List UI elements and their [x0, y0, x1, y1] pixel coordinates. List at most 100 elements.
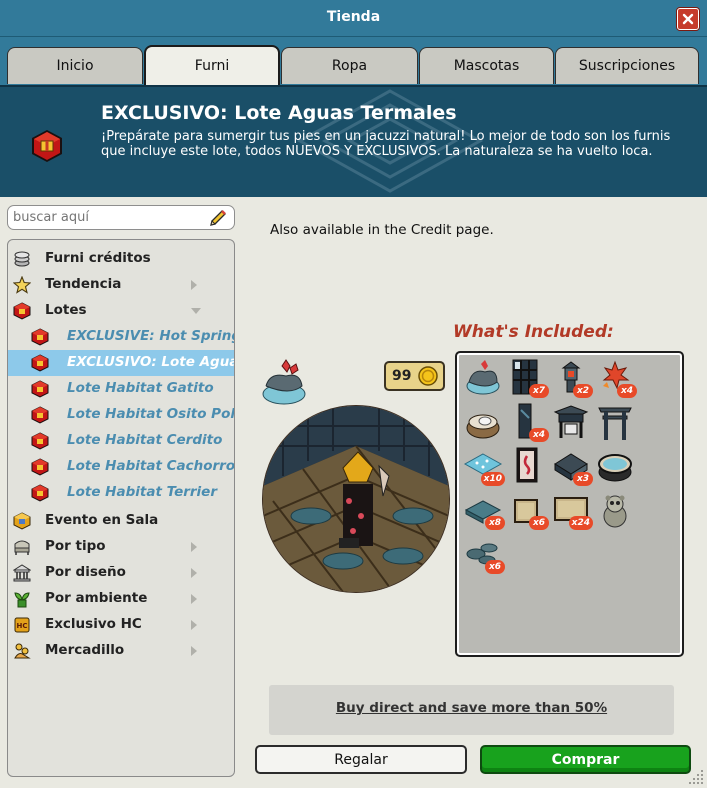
search-box: [7, 205, 235, 230]
room-preview: [262, 405, 450, 593]
sidebar-item-label: Lote Habitat Cerdito: [67, 432, 223, 448]
product-thumbnail: [262, 359, 306, 405]
sidebar-item-label: Lote Habitat Cachorro: [67, 458, 234, 474]
sidebar-item-label: EXCLUSIVO: Lote Aguas: [67, 354, 234, 370]
price-tag: 99: [384, 361, 445, 391]
bundle-cube-icon: [13, 302, 31, 320]
sidebar-item-por-tipo[interactable]: Por tipo: [8, 534, 234, 560]
search-input[interactable]: [13, 209, 203, 226]
banner-title: EXCLUSIVO: Lote Aguas Termales: [101, 102, 457, 124]
included-item[interactable]: [595, 402, 635, 442]
quantity-badge: x6: [485, 560, 505, 574]
buy-direct-panel: Buy direct and save more than 50%: [269, 685, 674, 735]
quantity-badge: x7: [529, 384, 549, 398]
included-item[interactable]: [463, 402, 503, 442]
sidebar-item-label: EXCLUSIVE: Hot Spring: [67, 328, 234, 344]
sidebar-subitem-lote-habitat-terrier[interactable]: Lote Habitat Terrier: [8, 480, 234, 506]
sidebar-item-por-ambiente[interactable]: Por ambiente: [8, 586, 234, 612]
sidebar-subitem-lote-habitat-osito-pola[interactable]: Lote Habitat Osito Pola: [8, 402, 234, 428]
included-item[interactable]: [595, 490, 635, 530]
credit-coin-icon: [418, 366, 438, 386]
building-icon: [13, 564, 31, 582]
marketplace-icon: [14, 643, 31, 659]
quantity-badge: x2: [573, 384, 593, 398]
bundle-cube-icon: [31, 380, 49, 398]
included-items-panel: x7 x2 x4 x4 x10 x3 x8 x6 x24 x6: [455, 351, 684, 657]
sidebar-item-label: Lote Habitat Osito Pola: [67, 406, 234, 422]
included-item[interactable]: [551, 402, 591, 442]
sidebar-subitem-lote-habitat-gatito[interactable]: Lote Habitat Gatito: [8, 376, 234, 402]
included-item[interactable]: x4: [507, 402, 549, 442]
sidebar-item-mercadillo[interactable]: Mercadillo: [8, 638, 234, 664]
hot-tub-icon: [466, 414, 500, 439]
quantity-badge: x4: [529, 428, 549, 442]
included-item[interactable]: [507, 446, 547, 486]
quantity-badge: x6: [529, 516, 549, 530]
included-item[interactable]: x7: [507, 358, 549, 398]
hc-icon: HC: [14, 617, 30, 633]
included-item[interactable]: x6: [463, 534, 505, 574]
chevron-right-icon: [191, 646, 197, 656]
sidebar-item-furni-creditos[interactable]: Furni créditos: [8, 246, 234, 272]
sidebar-item-label: Exclusivo HC: [45, 616, 142, 632]
sidebar-subitem-lote-habitat-cerdito[interactable]: Lote Habitat Cerdito: [8, 428, 234, 454]
star-icon: [13, 276, 31, 294]
sidebar-item-por-diseno[interactable]: Por diseño: [8, 560, 234, 586]
tab-suscripciones[interactable]: Suscripciones: [555, 47, 699, 84]
svg-text:HC: HC: [17, 622, 28, 630]
tab-furni[interactable]: Furni: [144, 45, 280, 85]
buy-button[interactable]: Comprar: [480, 745, 691, 774]
sidebar-item-label: Evento en Sala: [45, 512, 159, 528]
pencil-icon[interactable]: [208, 208, 228, 228]
tab-ropa[interactable]: Ropa: [281, 47, 418, 84]
included-item[interactable]: x8: [463, 490, 505, 530]
bundle-cube-icon: [31, 406, 49, 424]
torii-icon: [598, 407, 632, 440]
included-item[interactable]: [463, 358, 503, 398]
sidebar-item-label: Lotes: [45, 302, 87, 318]
buy-direct-link[interactable]: Buy direct and save more than 50%: [269, 700, 674, 716]
included-item[interactable]: [595, 446, 635, 486]
banner-description: ¡Prepárate para sumergir tus pies en un …: [101, 129, 671, 159]
included-item[interactable]: x2: [551, 358, 593, 398]
bundle-cube-icon: [31, 432, 49, 450]
close-button[interactable]: [677, 8, 699, 30]
sidebar-subitem-lote-habitat-cachorro[interactable]: Lote Habitat Cachorro: [8, 454, 234, 480]
included-item[interactable]: x10: [463, 446, 505, 486]
gift-button[interactable]: Regalar: [255, 745, 467, 774]
tab-mascotas[interactable]: Mascotas: [419, 47, 554, 84]
sidebar-subitem-exclusive-hot-spring[interactable]: EXCLUSIVE: Hot Spring: [8, 324, 234, 350]
included-item[interactable]: x24: [551, 490, 593, 530]
sidebar-item-label: Lote Habitat Gatito: [67, 380, 214, 396]
sidebar-item-tendencia[interactable]: Tendencia: [8, 272, 234, 298]
included-item[interactable]: x4: [595, 358, 637, 398]
wooden-tub-icon: [598, 454, 632, 482]
bundle-cube-icon: [31, 328, 49, 346]
plant-icon: [14, 592, 30, 608]
bundle-cube-icon: [31, 484, 49, 502]
raccoon-statue-icon: [603, 495, 627, 528]
rock-pool-icon: [466, 360, 500, 395]
bundle-cube-icon: [31, 458, 49, 476]
sidebar-item-evento-en-sala[interactable]: Evento en Sala: [8, 508, 234, 534]
sidebar-item-label: Furni créditos: [45, 250, 151, 266]
sidebar-subitem-exclusivo-lote-aguas[interactable]: EXCLUSIVO: Lote Aguas: [8, 350, 234, 376]
quantity-badge: x8: [485, 516, 505, 530]
resize-grip-icon[interactable]: [687, 768, 705, 786]
shrine-gate-icon: [553, 405, 589, 438]
sidebar-item-lotes[interactable]: Lotes: [8, 298, 234, 324]
chevron-right-icon: [191, 594, 197, 604]
chevron-right-icon: [191, 542, 197, 552]
tab-inicio[interactable]: Inicio: [7, 47, 143, 84]
window-titlebar: Tienda: [0, 0, 707, 37]
availability-notice: Also available in the Credit page.: [270, 222, 494, 238]
quantity-badge: x10: [480, 472, 505, 486]
event-cube-icon: [13, 512, 31, 530]
bundle-cube-icon: [31, 354, 49, 372]
chevron-down-icon: [191, 308, 201, 314]
included-item[interactable]: x6: [507, 490, 549, 530]
included-item[interactable]: x3: [551, 446, 593, 486]
sidebar-item-exclusivo-hc[interactable]: HC Exclusivo HC: [8, 612, 234, 638]
close-icon: [682, 13, 694, 25]
coins-icon: [14, 251, 30, 267]
